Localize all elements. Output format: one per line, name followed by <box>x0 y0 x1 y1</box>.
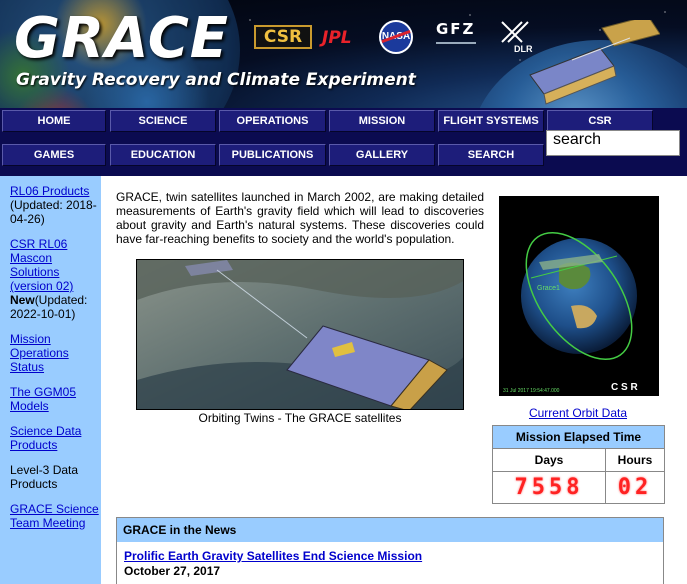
nasa-logo-text: NASA <box>381 31 411 42</box>
image-caption: Orbiting Twins - The GRACE satellites <box>198 411 402 425</box>
orbit-csr-logo: C S R <box>611 382 638 393</box>
sidebar-link[interactable]: The GGM05 Models <box>10 385 76 413</box>
orbit-globe-illustration: Grace1 31 Jul 2017 19:54:47.000 C S R <box>503 231 638 394</box>
mission-elapsed-time-values: 7558 02 <box>493 471 664 503</box>
days-value-cell: 7558 <box>493 472 606 503</box>
news-headline-link[interactable]: Prolific Earth Gravity Satellites End Sc… <box>124 549 422 563</box>
site-title: GRACE <box>14 6 230 71</box>
orbit-timestamp: 31 Jul 2017 19:54:47.000 <box>503 388 560 394</box>
sidebar-item-science-team: GRACE Science Team Meeting <box>10 502 101 530</box>
sidebar-link[interactable]: Science Data Products <box>10 424 81 452</box>
sidebar-item-ggm05: The GGM05 Models <box>10 385 101 413</box>
hours-value-cell: 02 <box>606 472 664 503</box>
nav-games[interactable]: GAMES <box>2 144 106 166</box>
satellites-illustration <box>137 260 463 409</box>
mission-elapsed-time-title: Mission Elapsed Time <box>493 426 664 448</box>
mission-elapsed-time-panel: Mission Elapsed Time Days Hours 7558 02 <box>492 425 665 504</box>
sidebar-link[interactable]: RL06 Products <box>10 184 89 198</box>
nasa-logo[interactable]: NASA <box>379 20 413 54</box>
sidebar-item-mascon: CSR RL06 Mascon Solutions (version 02) N… <box>10 237 101 321</box>
nav-search[interactable]: SEARCH <box>438 144 544 166</box>
satellite-icon <box>529 20 660 105</box>
news-panel: GRACE in the News Prolific Earth Gravity… <box>116 517 664 584</box>
nav-science[interactable]: SCIENCE <box>110 110 216 132</box>
sidebar-link[interactable]: Mission Operations Status <box>10 332 69 374</box>
left-sidebar: RL06 Products (Updated: 2018-04-26) CSR … <box>0 176 101 584</box>
nav-mission[interactable]: MISSION <box>329 110 435 132</box>
orbit-image[interactable]: Grace1 31 Jul 2017 19:54:47.000 C S R <box>499 196 659 396</box>
nav-flight-systems[interactable]: FLIGHT SYSTEMS <box>438 110 544 132</box>
days-counter: 7558 <box>514 475 584 500</box>
csr-logo[interactable]: CSR <box>254 25 312 49</box>
news-title: GRACE in the News <box>117 518 663 542</box>
hours-header: Hours <box>617 453 653 467</box>
intro-paragraph: GRACE, twin satellites launched in March… <box>116 190 484 246</box>
sidebar-item-mission-ops: Mission Operations Status <box>10 332 101 374</box>
sidebar-item-science-data: Science Data Products <box>10 424 101 452</box>
hours-counter: 02 <box>617 475 653 500</box>
satellites-image[interactable] <box>136 259 464 410</box>
current-orbit-data-link[interactable]: Current Orbit Data <box>492 406 664 420</box>
days-header: Days <box>493 449 606 471</box>
header-banner: GRACE Gravity Recovery and Climate Exper… <box>0 0 687 108</box>
news-date: October 27, 2017 <box>124 564 221 578</box>
nav-csr[interactable]: CSR <box>547 110 653 132</box>
search-input[interactable]: search <box>546 130 680 156</box>
sidebar-text: Level-3 Data Products <box>10 463 79 491</box>
gfz-logo[interactable]: GFZ <box>436 20 477 44</box>
sidebar-link[interactable]: CSR RL06 Mascon Solutions (version 02) <box>10 237 73 293</box>
sidebar-item-level3: Level-3 Data Products <box>10 463 101 491</box>
sidebar-link[interactable]: GRACE Science Team Meeting <box>10 502 99 530</box>
mission-elapsed-time-headers: Days Hours <box>493 448 664 471</box>
sidebar-item-note: (Updated: 2018-04-26) <box>10 198 97 226</box>
nav-operations[interactable]: OPERATIONS <box>219 110 326 132</box>
orbit-satellite-label: Grace1 <box>537 285 560 292</box>
site-subtitle: Gravity Recovery and Climate Experiment <box>16 70 416 90</box>
jpl-logo[interactable]: JPL <box>322 28 352 48</box>
nav-publications[interactable]: PUBLICATIONS <box>219 144 326 166</box>
sidebar-item-rl06-products: RL06 Products (Updated: 2018-04-26) <box>10 184 101 226</box>
nav-gallery[interactable]: GALLERY <box>329 144 435 166</box>
nav-education[interactable]: EDUCATION <box>110 144 216 166</box>
new-badge: New <box>10 293 35 307</box>
nav-home[interactable]: HOME <box>2 110 106 132</box>
